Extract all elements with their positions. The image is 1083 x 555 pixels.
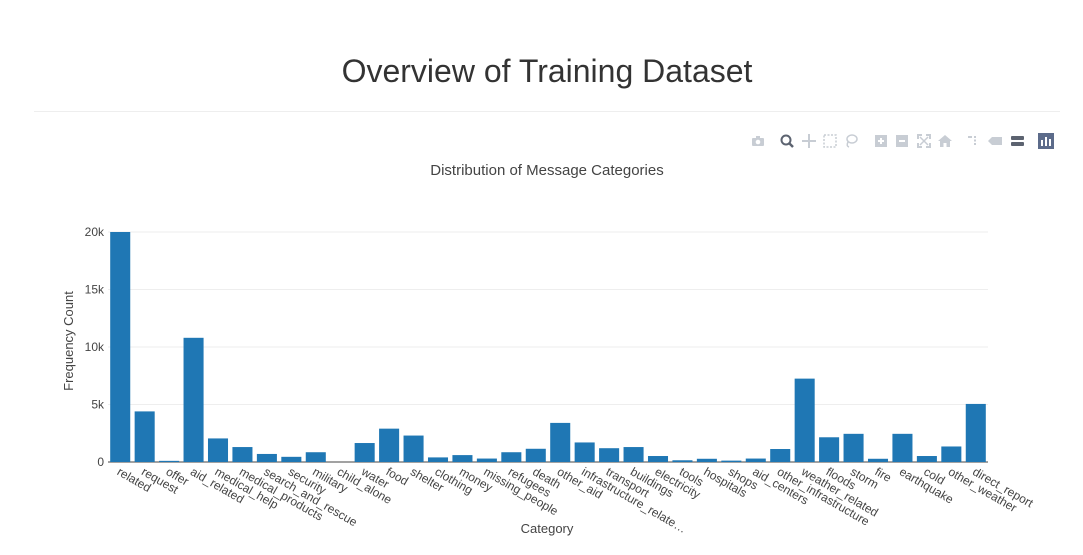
bar-offer[interactable] <box>159 460 180 462</box>
x-axis-label: Category <box>521 521 574 536</box>
bar-military[interactable] <box>305 452 326 462</box>
bar-cold[interactable] <box>916 456 937 462</box>
bar-hospitals[interactable] <box>696 458 717 462</box>
bar-water[interactable] <box>354 443 375 462</box>
bar-other-aid[interactable] <box>550 422 571 462</box>
bar-shops[interactable] <box>721 460 742 462</box>
bar-aid-centers[interactable] <box>745 458 766 462</box>
y-tick-label: 0 <box>97 455 104 469</box>
bar-shelter[interactable] <box>403 435 424 462</box>
bar-clothing[interactable] <box>427 457 449 462</box>
bar-request[interactable] <box>134 411 155 462</box>
bar-weather-related[interactable] <box>794 378 815 462</box>
bar-missing-people[interactable] <box>476 458 497 462</box>
bar-medical-products[interactable] <box>232 447 253 462</box>
bar-aid-related[interactable] <box>183 337 204 462</box>
bar-money[interactable] <box>452 455 473 462</box>
bar-earthquake[interactable] <box>892 433 913 462</box>
y-tick-label: 20k <box>85 225 105 239</box>
y-axis-label: Frequency Count <box>61 291 76 391</box>
bar-buildings[interactable] <box>623 447 644 462</box>
bar-food[interactable] <box>379 428 400 462</box>
y-tick-label: 15k <box>85 283 105 297</box>
bar-storm[interactable] <box>843 433 864 462</box>
bar-related[interactable] <box>110 232 131 462</box>
bar-direct-report[interactable] <box>965 403 986 462</box>
bar-fire[interactable] <box>867 458 889 462</box>
bar-other-weather[interactable] <box>941 446 962 462</box>
bar-electricity[interactable] <box>647 456 669 462</box>
bar-infrastructure-related[interactable] <box>574 442 595 462</box>
bar-refugees[interactable] <box>501 452 522 462</box>
bar-medical-help[interactable] <box>207 438 229 462</box>
bar-security[interactable] <box>281 456 302 462</box>
x-axis-ticks: relatedrequestofferaid_relatedmedical_he… <box>115 464 1036 536</box>
bar-search-and-rescue[interactable] <box>256 453 277 462</box>
bar-tools[interactable] <box>672 460 693 462</box>
bar-floods[interactable] <box>819 437 840 462</box>
bar-death[interactable] <box>525 448 546 462</box>
chart-title: Distribution of Message Categories <box>430 162 663 179</box>
y-axis-ticks: 0 5k 10k 15k 20k <box>85 225 105 469</box>
y-tick-label: 5k <box>91 398 105 412</box>
y-tick-label: 10k <box>85 340 105 354</box>
bar-transport[interactable] <box>599 448 620 462</box>
bar-other-infrastructure[interactable] <box>770 449 791 462</box>
bar-chart: 0 5k 10k 15k 20k relatedrequestofferaid_rela… <box>61 162 1036 536</box>
grid-lines <box>108 231 988 463</box>
